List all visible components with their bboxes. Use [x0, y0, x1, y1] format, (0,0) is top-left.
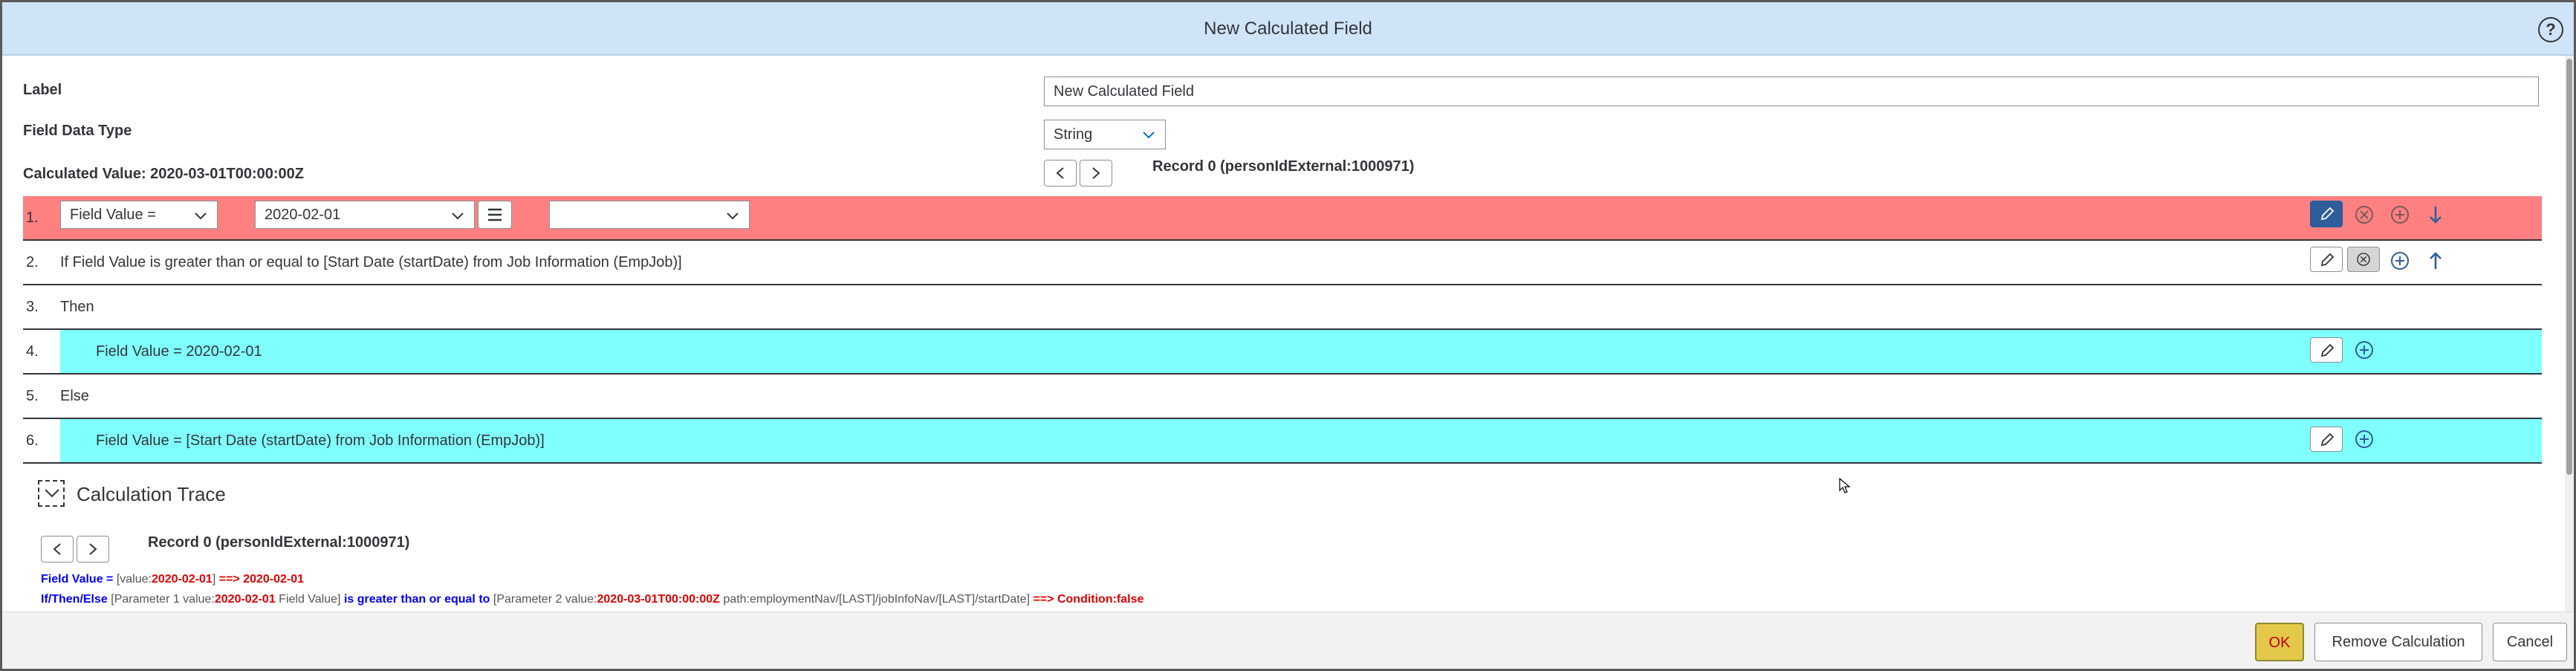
datatype-caption: Field Data Type	[23, 123, 132, 139]
trace-text: [Parameter 1 value:	[111, 593, 215, 606]
chevron-left-icon	[53, 543, 61, 555]
ok-button[interactable]: OK	[2255, 623, 2304, 661]
title-bar: New Calculated Field ?	[2, 2, 2574, 56]
edit-button[interactable]	[2310, 201, 2343, 227]
dialog-title: New Calculated Field	[1204, 19, 1372, 39]
dialog-footer: OK Remove Calculation Cancel	[2, 612, 2574, 669]
chevron-down-icon	[195, 213, 207, 220]
add-circle-icon[interactable]	[2389, 204, 2411, 226]
expression-row-6[interactable]: 6. Field Value = [Start Date (startDate)…	[23, 419, 2542, 464]
value-select[interactable]: 2020-02-01	[255, 201, 475, 229]
third-select[interactable]	[549, 201, 750, 229]
calculated-value: Calculated Value: 2020-03-01T00:00:00Z	[23, 166, 304, 182]
trace-result: ==> Condition:false	[1033, 593, 1144, 606]
trace-title: Calculation Trace	[77, 483, 226, 505]
trace-line-1: Field Value = [value:2020-02-01] ==> 202…	[41, 573, 304, 586]
scrollbar-thumb[interactable]	[2566, 59, 2572, 475]
trace-value: 2020-02-01	[151, 573, 212, 586]
trace-text: ]	[212, 573, 216, 586]
next-record-button[interactable]	[1080, 160, 1112, 187]
value-value: 2020-02-01	[265, 207, 341, 223]
label-caption: Label	[23, 82, 62, 98]
chevron-down-icon	[45, 489, 59, 498]
trace-text: [Parameter 2 value:	[493, 593, 597, 606]
add-circle-icon[interactable]	[2389, 250, 2411, 272]
operator-value: Field Value =	[70, 207, 156, 223]
add-circle-icon[interactable]	[2353, 339, 2375, 361]
expression-row-2[interactable]: 2. If Field Value is greater than or equ…	[23, 241, 2542, 285]
row-text: Field Value = 2020-02-01	[96, 343, 262, 360]
trace-operator: is greater than or equal to	[343, 593, 490, 606]
vertical-scrollbar[interactable]	[2565, 56, 2574, 612]
edit-button[interactable]	[2310, 427, 2343, 452]
remove-circle-icon[interactable]	[2353, 204, 2375, 226]
trace-text: [value:	[116, 573, 152, 586]
chevron-right-icon	[89, 543, 97, 555]
trace-value: 2020-02-01	[214, 593, 276, 606]
chevron-down-icon	[452, 213, 464, 220]
chevron-right-icon	[1092, 167, 1100, 179]
row-number: 4.	[26, 343, 39, 360]
pencil-icon	[2320, 432, 2335, 447]
expression-row-1[interactable]: 1. Field Value = 2020-02-01	[23, 196, 2542, 241]
row-highlight	[60, 330, 2542, 373]
label-input[interactable]: New Calculated Field	[1044, 77, 2539, 106]
trace-collapse-button[interactable]	[38, 480, 65, 507]
edit-button[interactable]	[2310, 247, 2343, 272]
row-number: 3.	[26, 299, 39, 315]
calculated-field-dialog: New Calculated Field ? Label New Calcula…	[2, 2, 2574, 669]
remove-button[interactable]	[2347, 247, 2380, 272]
datatype-value: String	[1054, 126, 1093, 143]
trace-text: Field Value]	[279, 593, 341, 606]
arrow-up-icon[interactable]	[2424, 250, 2447, 272]
edit-button[interactable]	[2310, 337, 2343, 363]
row-number: 5.	[26, 388, 39, 404]
prev-record-button[interactable]	[1044, 160, 1077, 187]
arrow-down-icon[interactable]	[2424, 204, 2447, 226]
expression-row-4[interactable]: 4. Field Value = 2020-02-01	[23, 330, 2542, 375]
row-text: If Field Value is greater than or equal …	[60, 254, 682, 270]
chevron-down-icon	[1143, 132, 1155, 139]
row-text: Else	[60, 388, 89, 404]
remove-calculation-button[interactable]: Remove Calculation	[2314, 623, 2482, 661]
cancel-button[interactable]: Cancel	[2493, 623, 2567, 661]
row-text: Field Value = [Start Date (startDate) fr…	[96, 432, 545, 449]
list-icon	[488, 208, 502, 221]
row-number: 2.	[26, 254, 39, 270]
row-text: Then	[60, 299, 94, 315]
help-icon[interactable]: ?	[2538, 17, 2563, 42]
datatype-select[interactable]: String	[1044, 120, 1166, 149]
expression-row-3: 3. Then	[23, 285, 2542, 330]
pencil-icon	[2320, 207, 2335, 221]
trace-prev-button[interactable]	[41, 536, 74, 563]
trace-line-2: If/Then/Else [Parameter 1 value:2020-02-…	[41, 593, 1143, 606]
mouse-cursor-icon	[1839, 478, 1851, 493]
add-circle-icon[interactable]	[2353, 428, 2375, 450]
remove-circle-icon	[2357, 253, 2370, 266]
record-label: Record 0 (personIdExternal:1000971)	[1152, 158, 1415, 175]
row-number: 1.	[26, 210, 39, 226]
trace-path: path:employmentNav/[LAST]/jobInfoNav/[LA…	[723, 593, 1031, 606]
pencil-icon	[2320, 253, 2335, 267]
pencil-icon	[2320, 343, 2335, 357]
chevron-left-icon	[1056, 167, 1064, 179]
trace-next-button[interactable]	[77, 536, 109, 563]
row-number: 6.	[26, 432, 39, 449]
trace-result: ==> 2020-02-01	[218, 573, 305, 586]
trace-fn: If/Then/Else	[41, 593, 108, 606]
operator-select[interactable]: Field Value =	[60, 201, 218, 229]
chevron-down-icon	[727, 213, 739, 220]
value-help-button[interactable]	[478, 201, 512, 229]
trace-record-label: Record 0 (personIdExternal:1000971)	[148, 534, 410, 551]
expression-row-5: 5. Else	[23, 375, 2542, 419]
trace-value: 2020-03-01T00:00:00Z	[597, 593, 720, 606]
trace-fn: Field Value =	[41, 573, 114, 586]
